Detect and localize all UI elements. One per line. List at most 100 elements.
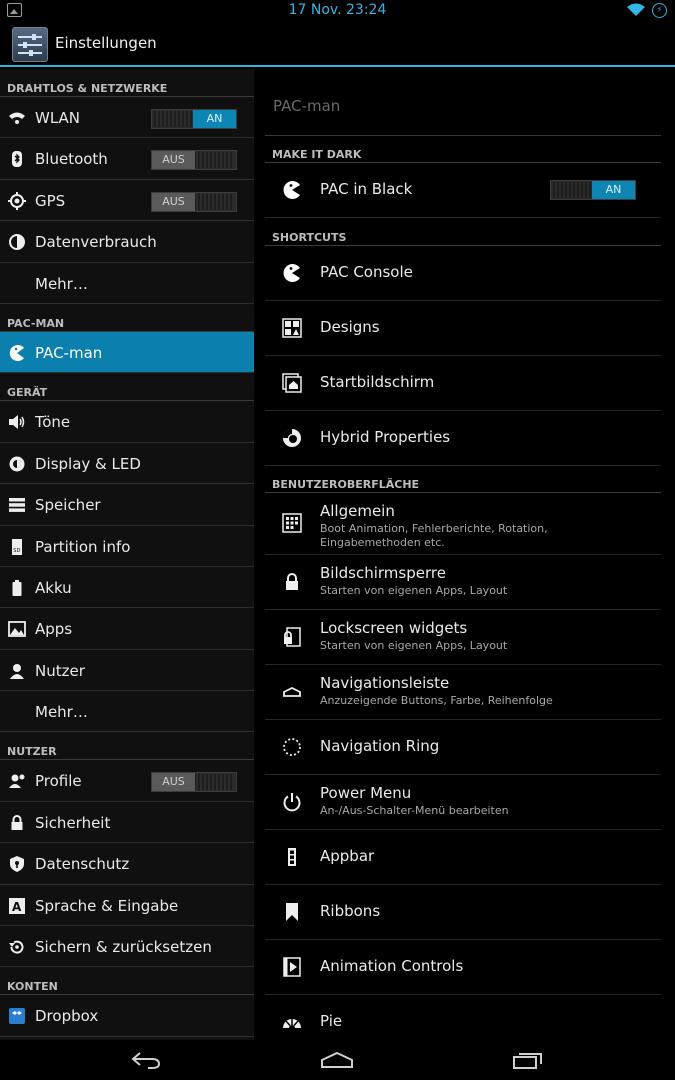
settings-app-icon[interactable] bbox=[12, 27, 48, 62]
pref-summary: Starten von eigenen Apps, Layout bbox=[320, 584, 508, 597]
header-item-apps[interactable]: Apps bbox=[0, 608, 254, 650]
grid-icon bbox=[282, 513, 302, 533]
header-item-data-usage[interactable]: Datenverbrauch bbox=[0, 221, 254, 263]
status-time: 17 Nov. 23:24 bbox=[288, 2, 387, 18]
pref-summary: Anzuzeigende Buttons, Farbe, Reihenfolge bbox=[320, 694, 553, 707]
pref-title: Power Menu bbox=[320, 784, 412, 802]
header-item-privacy[interactable]: Datenschutz bbox=[0, 843, 254, 885]
header-item-pacman[interactable]: PAC-man bbox=[0, 331, 254, 374]
header-item-partition[interactable]: SD Partition info bbox=[0, 526, 254, 567]
header-item-bluetooth[interactable]: Bluetooth AUS bbox=[0, 138, 254, 180]
pref-designs[interactable]: Designs bbox=[265, 301, 661, 356]
back-icon[interactable] bbox=[130, 1050, 162, 1070]
header-item-label: WLAN bbox=[35, 109, 81, 127]
hybrid-icon bbox=[283, 429, 301, 447]
pac-in-black-toggle[interactable]: AN bbox=[550, 180, 636, 200]
pref-navigation-ring[interactable]: Navigation Ring bbox=[265, 720, 661, 775]
header-item-security[interactable]: Sicherheit bbox=[0, 802, 254, 844]
pref-pac-console[interactable]: PAC Console bbox=[265, 246, 661, 301]
header-item-storage[interactable]: Speicher bbox=[0, 484, 254, 526]
header-item-gps[interactable]: GPS AUS bbox=[0, 180, 254, 222]
wlan-toggle[interactable]: AN bbox=[151, 109, 237, 129]
navbar-home-icon bbox=[283, 686, 301, 697]
pref-title: Designs bbox=[320, 318, 380, 336]
pref-summary: An-/Aus-Schalter-Menü bearbeiten bbox=[320, 804, 509, 817]
power-icon bbox=[283, 793, 301, 812]
pref-ribbons[interactable]: Ribbons bbox=[265, 885, 661, 940]
user-icon bbox=[10, 663, 24, 679]
header-item-label: Profile bbox=[35, 772, 82, 791]
header-item-label: Sicherheit bbox=[35, 813, 111, 832]
header-item-label: Bluetooth bbox=[35, 150, 108, 169]
pref-navigation-bar[interactable]: Navigationsleiste Anzuzeigende Buttons, … bbox=[265, 665, 661, 720]
pref-hybrid-properties[interactable]: Hybrid Properties bbox=[265, 411, 661, 466]
data-usage-icon bbox=[9, 234, 25, 251]
pref-homescreen[interactable]: Startbildschirm bbox=[265, 356, 661, 411]
status-bar: 17 Nov. 23:24 ⚡ bbox=[0, 0, 675, 22]
pacman-settings-pane[interactable]: PAC-man MAKE IT DARK PAC in Black AN SHO… bbox=[254, 69, 675, 1040]
settings-headers-list[interactable]: DRAHTLOS & NETZWERKE WLAN AN Bluetooth A… bbox=[0, 69, 254, 1040]
pref-lockscreen[interactable]: Bildschirmsperre Starten von eigenen App… bbox=[265, 555, 661, 610]
header-item-backup[interactable]: Sichern & zurücksetzen bbox=[0, 926, 254, 968]
section-header-ui: BENUTZEROBERFLÄCHE bbox=[265, 465, 661, 493]
pref-lockscreen-widgets[interactable]: Lockscreen widgets Starten von eigenen A… bbox=[265, 610, 661, 665]
image-icon bbox=[8, 621, 26, 638]
header-item-more-device[interactable]: Mehr… bbox=[0, 691, 254, 733]
header-item-label: Partition info bbox=[35, 537, 131, 556]
speaker-icon bbox=[9, 415, 25, 430]
header-item-users[interactable]: Nutzer bbox=[0, 650, 254, 692]
toggle-state: AUS bbox=[152, 151, 195, 170]
header-item-language[interactable]: A Sprache & Eingabe bbox=[0, 885, 254, 927]
section-header-wireless: DRAHTLOS & NETZWERKE bbox=[0, 69, 254, 97]
header-item-label: Töne bbox=[35, 413, 71, 432]
header-item-more-wireless[interactable]: Mehr… bbox=[0, 263, 254, 304]
header-item-label: Dropbox bbox=[35, 1007, 99, 1026]
header-item-label: PAC-man bbox=[35, 343, 103, 362]
pref-title: PAC Console bbox=[320, 263, 413, 281]
header-item-label: Display & LED bbox=[35, 454, 141, 473]
location-icon bbox=[8, 191, 26, 210]
pref-title: Navigation Ring bbox=[320, 737, 440, 755]
pref-title: Animation Controls bbox=[320, 957, 464, 975]
section-header-user: NUTZER bbox=[0, 732, 254, 761]
svg-text:A: A bbox=[12, 900, 22, 914]
battery-icon: ⚡ bbox=[652, 3, 667, 18]
wifi-icon bbox=[9, 112, 25, 124]
header-item-label: Nutzer bbox=[35, 661, 85, 680]
header-item-label: Datenschutz bbox=[35, 855, 130, 874]
pref-pie[interactable]: Pie bbox=[265, 995, 661, 1040]
lock-icon bbox=[11, 814, 23, 830]
film-play-icon bbox=[283, 957, 301, 977]
header-item-dropbox[interactable]: Dropbox bbox=[0, 995, 254, 1037]
section-header-pacman: PAC-MAN bbox=[0, 304, 254, 332]
bluetooth-toggle[interactable]: AUS bbox=[151, 150, 237, 171]
section-header-shortcuts: SHORTCUTS bbox=[265, 218, 661, 246]
dropbox-icon bbox=[9, 1008, 25, 1025]
header-item-wlan[interactable]: WLAN AN bbox=[0, 97, 254, 139]
header-item-battery[interactable]: Akku bbox=[0, 567, 254, 609]
gps-toggle[interactable]: AUS bbox=[151, 191, 237, 212]
header-item-display[interactable]: Display & LED bbox=[0, 443, 254, 485]
toggle-state: AN bbox=[193, 110, 236, 128]
header-item-label: Mehr… bbox=[35, 274, 88, 293]
profiles-toggle[interactable]: AUS bbox=[151, 772, 237, 793]
header-item-sounds[interactable]: Töne bbox=[0, 401, 254, 443]
pref-animation-controls[interactable]: Animation Controls bbox=[265, 940, 661, 995]
header-item-label: Akku bbox=[35, 578, 72, 597]
pref-pac-in-black[interactable]: PAC in Black AN bbox=[265, 163, 661, 218]
home-icon[interactable] bbox=[320, 1050, 354, 1070]
pref-general[interactable]: Allgemein Boot Animation, Fehlerberichte… bbox=[265, 493, 661, 555]
pref-title: Hybrid Properties bbox=[320, 428, 451, 446]
header-item-profiles[interactable]: Profile AUS bbox=[0, 760, 254, 802]
pref-title: Appbar bbox=[320, 847, 375, 865]
pref-appbar[interactable]: Appbar bbox=[265, 830, 661, 885]
pie-icon bbox=[283, 1018, 301, 1028]
homescreen-icon bbox=[282, 373, 302, 393]
header-item-label: Sprache & Eingabe bbox=[35, 896, 179, 915]
sliders-icon bbox=[18, 34, 42, 56]
action-bar: Einstellungen bbox=[0, 22, 675, 67]
recent-apps-icon[interactable] bbox=[512, 1050, 544, 1070]
pref-power-menu[interactable]: Power Menu An-/Aus-Schalter-Menü bearbei… bbox=[265, 775, 661, 830]
pacman-icon bbox=[9, 344, 24, 361]
designs-icon bbox=[282, 318, 302, 338]
